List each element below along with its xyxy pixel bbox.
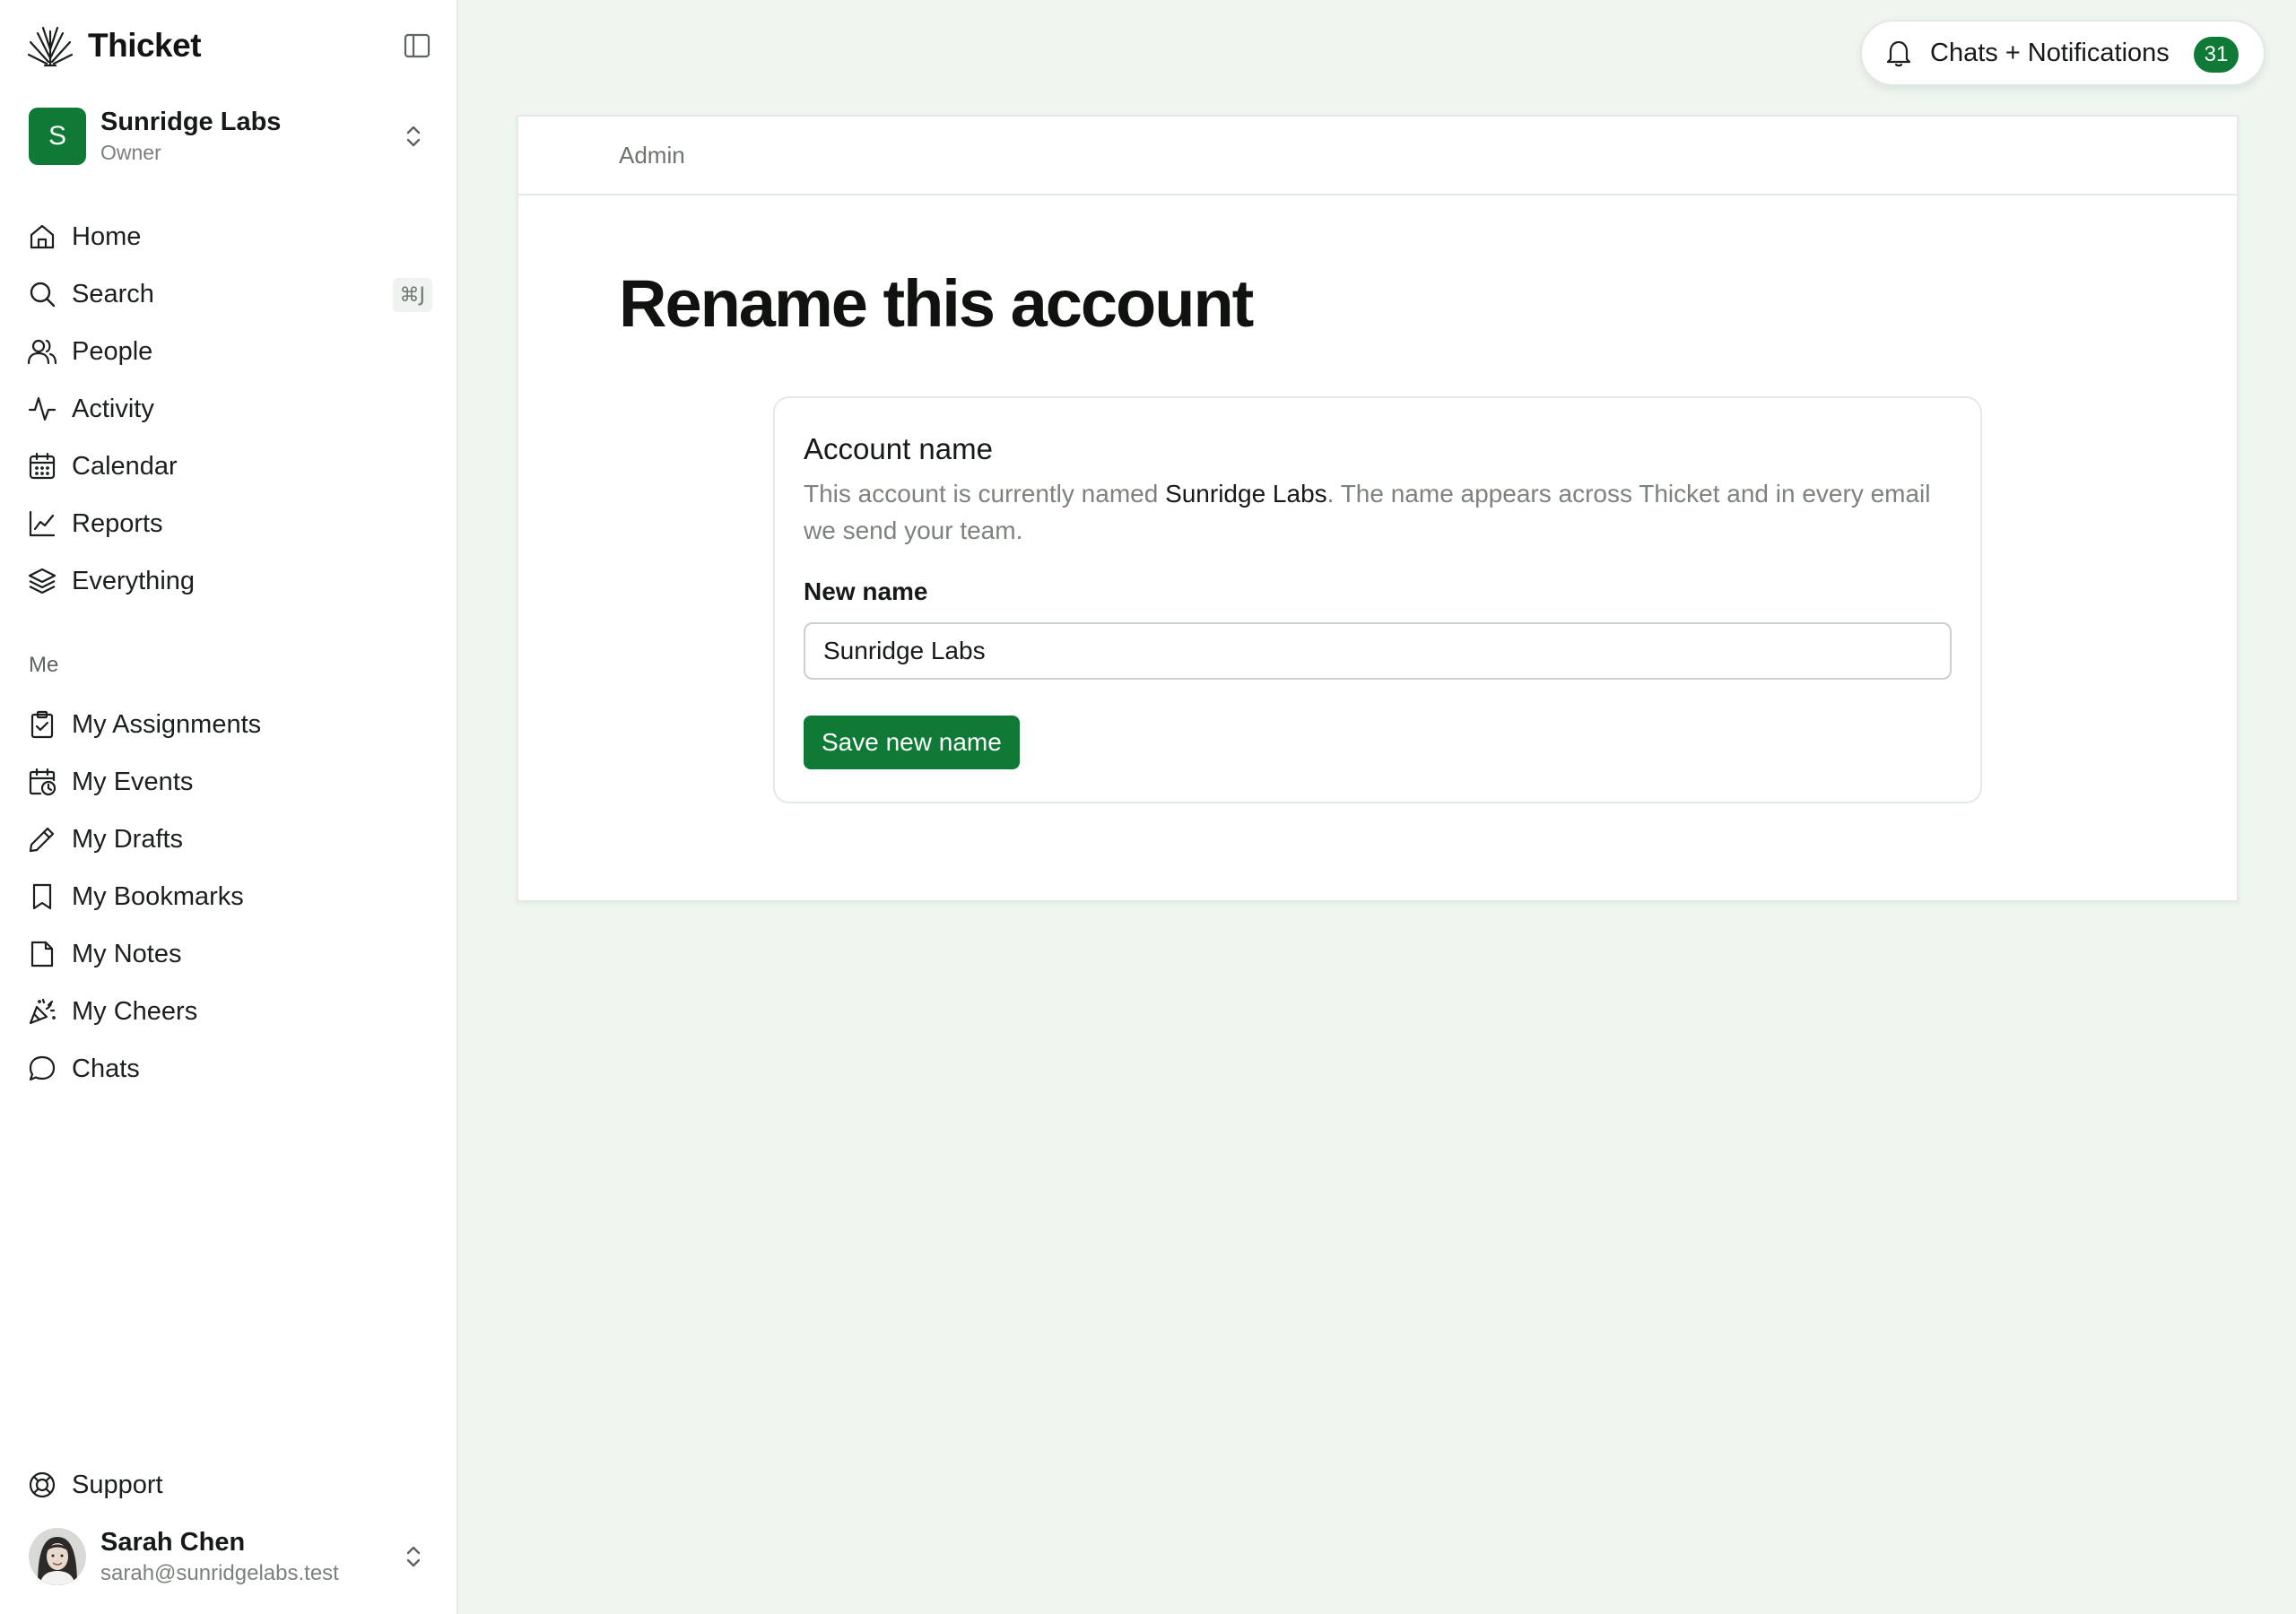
notifications-label: Chats + Notifications (1930, 38, 2170, 67)
page-title: Rename this account (619, 266, 1254, 341)
chats-notifications-button[interactable]: Chats + Notifications 31 (1860, 20, 2266, 86)
card-title: Account name (804, 432, 993, 465)
note-icon (30, 941, 54, 968)
layers-icon (28, 568, 57, 594)
nav-item-home[interactable]: Home (27, 208, 432, 265)
thicket-logo-icon (27, 26, 74, 67)
nav-item-chats[interactable]: Chats (27, 1040, 432, 1098)
new-name-input[interactable] (804, 622, 1952, 680)
nav-item-label: Everything (72, 566, 196, 595)
nav-item-label: Home (72, 221, 142, 251)
nav-item-label: My Cheers (72, 996, 198, 1026)
section-label-me: Me (29, 653, 59, 677)
account-name-card: Account name This account is currently n… (773, 396, 1982, 803)
sidebar-collapse-icon[interactable] (402, 30, 432, 61)
new-name-label: New name (804, 577, 928, 605)
chat-bubble-icon (29, 1055, 56, 1081)
account-name: Sunridge Labs (100, 108, 282, 136)
nav-item-search[interactable]: Search ⌘J (27, 265, 432, 323)
sidebar: Thicket S Sunridge Labs Owner Home Searc… (0, 0, 458, 1614)
calendar-icon (29, 452, 56, 480)
desc-current-name: Sunridge Labs (1165, 480, 1327, 508)
user-avatar (29, 1528, 86, 1585)
nav-item-people[interactable]: People (27, 323, 432, 380)
nav-item-label: My Notes (72, 939, 182, 968)
brand-name: Thicket (88, 27, 202, 64)
account-avatar: S (29, 108, 86, 165)
chevron-up-down-icon (406, 1546, 421, 1567)
brand[interactable]: Thicket (27, 23, 202, 68)
bookmark-icon (32, 883, 52, 910)
nav-item-my-drafts[interactable]: My Drafts (27, 811, 432, 868)
nav-item-label: My Assignments (72, 709, 262, 739)
main-panel: Admin Rename this account Account name T… (517, 115, 2239, 902)
nav-item-my-cheers[interactable]: My Cheers (27, 983, 432, 1040)
notifications-count-badge: 31 (2194, 37, 2239, 73)
search-shortcut-badge: ⌘J (392, 278, 432, 312)
nav-item-label: Reports (72, 508, 163, 538)
main-nav: Home Search ⌘J People Activity Calendar … (27, 208, 432, 610)
nav-item-label: Support (72, 1470, 163, 1499)
people-icon (27, 339, 57, 365)
nav-item-label: Search (72, 279, 154, 308)
reports-icon (29, 510, 56, 537)
nav-item-my-events[interactable]: My Events (27, 753, 432, 811)
clipboard-check-icon (30, 710, 54, 739)
nav-item-activity[interactable]: Activity (27, 380, 432, 438)
nav-item-my-notes[interactable]: My Notes (27, 925, 432, 983)
support-section: Support (27, 1456, 432, 1514)
me-nav: My Assignments My Events My Drafts My Bo… (27, 696, 432, 1098)
nav-item-my-assignments[interactable]: My Assignments (27, 696, 432, 753)
search-icon (30, 282, 56, 308)
nav-item-label: Chats (72, 1054, 140, 1083)
nav-item-my-bookmarks[interactable]: My Bookmarks (27, 868, 432, 925)
nav-item-reports[interactable]: Reports (27, 495, 432, 552)
card-description: This account is currently named Sunridge… (804, 475, 1952, 549)
save-new-name-button[interactable]: Save new name (804, 716, 1020, 769)
nav-item-support[interactable]: Support (27, 1456, 432, 1514)
lifebuoy-icon (29, 1471, 56, 1498)
nav-item-label: People (72, 336, 153, 366)
user-email: sarah@sunridgelabs.test (100, 1560, 339, 1585)
nav-item-label: Calendar (72, 451, 178, 481)
party-popper-icon (29, 998, 56, 1025)
nav-item-label: Activity (72, 394, 154, 423)
breadcrumb-bar: Admin (518, 117, 2237, 195)
nav-item-calendar[interactable]: Calendar (27, 438, 432, 495)
chevron-up-down-icon (406, 126, 421, 147)
desc-prefix: This account is currently named (804, 480, 1166, 508)
pencil-icon (29, 827, 55, 853)
user-name: Sarah Chen (100, 1527, 246, 1557)
nav-item-label: My Events (72, 767, 194, 796)
account-role: Owner (100, 141, 161, 164)
nav-item-label: My Drafts (72, 824, 184, 854)
home-icon (30, 224, 55, 249)
activity-icon (28, 396, 57, 421)
nav-item-everything[interactable]: Everything (27, 552, 432, 610)
account-switcher[interactable]: S Sunridge Labs Owner (29, 106, 430, 167)
user-menu[interactable]: Sarah Chen sarah@sunridgelabs.test (29, 1526, 430, 1587)
calendar-clock-icon (29, 768, 57, 796)
nav-item-label: My Bookmarks (72, 881, 244, 911)
bell-icon (1886, 40, 1911, 67)
breadcrumb-admin[interactable]: Admin (619, 142, 685, 169)
